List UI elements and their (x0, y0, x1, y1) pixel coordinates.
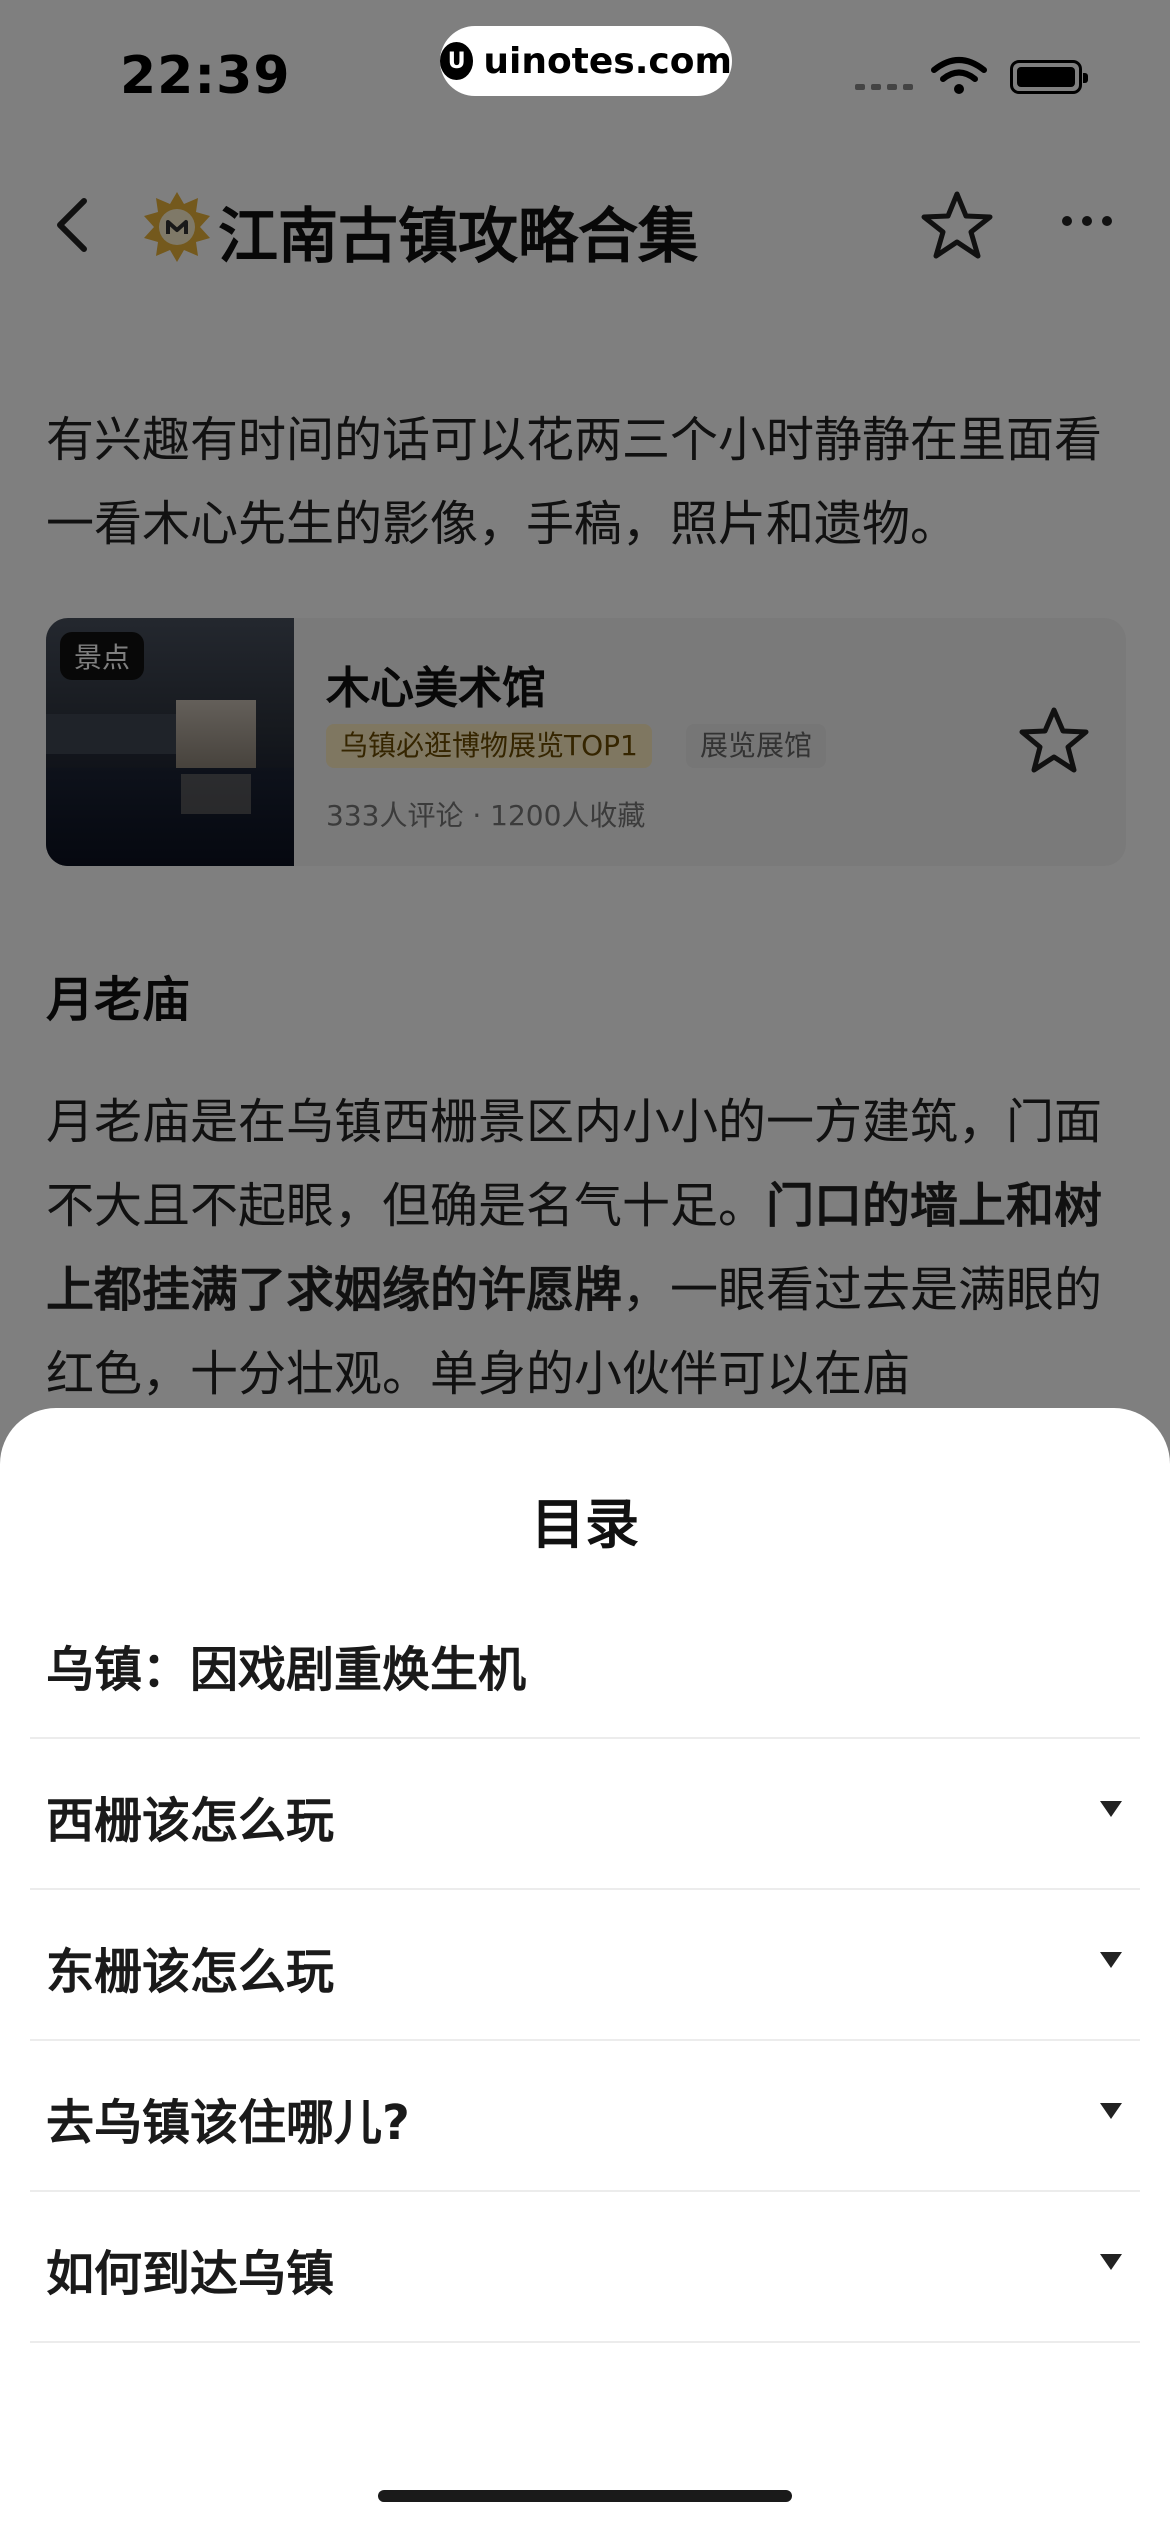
toc-item-label: 去乌镇该住哪儿? (46, 2095, 410, 2151)
toc-item-label: 乌镇：因戏剧重焕生机 (46, 1642, 527, 1698)
toc-item-label: 西栅该怎么玩 (46, 1793, 335, 1849)
watermark-logo-icon: U (440, 42, 474, 80)
expand-caret-icon[interactable] (1100, 2254, 1122, 2270)
toc-item[interactable]: 去乌镇该住哪儿? (30, 2041, 1140, 2192)
watermark-text: uinotes.com (483, 40, 732, 82)
toc-item[interactable]: 东栅该怎么玩 (30, 1890, 1140, 2041)
toc-item[interactable]: 如何到达乌镇 (30, 2192, 1140, 2343)
toc-list: 乌镇：因戏剧重焕生机 西栅该怎么玩 东栅该怎么玩 去乌镇该住哪儿? 如何到达乌镇 (30, 1588, 1140, 2343)
home-indicator[interactable] (378, 2490, 792, 2502)
toc-item-label: 东栅该怎么玩 (46, 1944, 335, 2000)
toc-item[interactable]: 乌镇：因戏剧重焕生机 (30, 1588, 1140, 1739)
toc-item-label: 如何到达乌镇 (46, 2246, 335, 2302)
toc-bottom-sheet: 目录 乌镇：因戏剧重焕生机 西栅该怎么玩 东栅该怎么玩 去乌镇该住哪儿? 如何到… (0, 1408, 1170, 2532)
toc-title: 目录 (531, 1493, 639, 1556)
watermark: U uinotes.com (440, 26, 732, 96)
expand-caret-icon[interactable] (1100, 2103, 1122, 2119)
expand-caret-icon[interactable] (1100, 1952, 1122, 1968)
expand-caret-icon[interactable] (1100, 1801, 1122, 1817)
toc-item[interactable]: 西栅该怎么玩 (30, 1739, 1140, 1890)
